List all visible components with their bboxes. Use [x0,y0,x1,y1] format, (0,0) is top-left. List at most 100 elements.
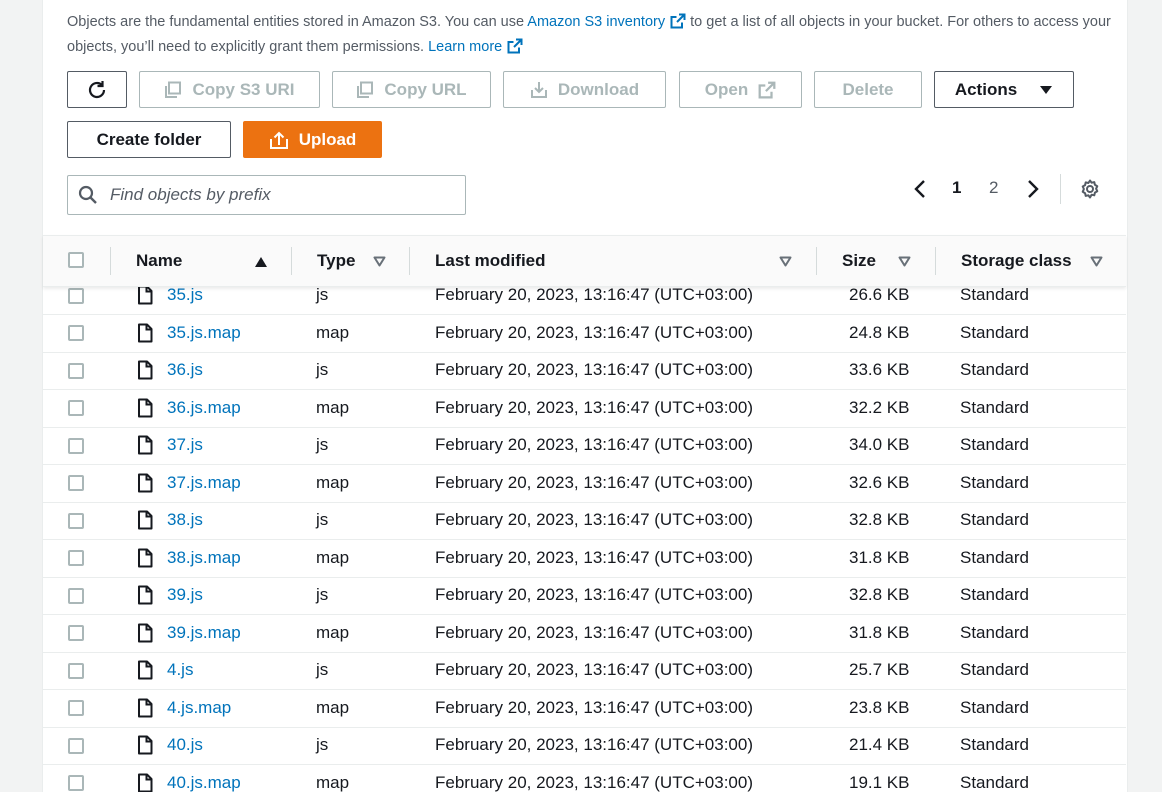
object-type: map [316,697,350,717]
table-row[interactable]: 4.js.map map February 20, 2023, 13:16:47 (… [43,689,1126,728]
column-divider [935,247,936,275]
table-row[interactable]: 4.js js February 20, 2023, 13:16:47 (UTC+0… [43,652,1126,690]
previous-page-icon[interactable] [913,179,927,199]
table-row[interactable]: 40.js js February 20, 2023, 13:16:47 (UTC+… [43,727,1126,765]
row-checkbox[interactable] [68,362,84,379]
table-row[interactable]: 37.js js February 20, 2023, 13:16:47 (UTC+… [43,427,1126,465]
sort-icon[interactable] [779,256,792,267]
row-checkbox[interactable] [68,700,84,716]
learn-more-link[interactable]: Learn more [428,38,523,55]
copy-url-label: Copy URL [384,79,467,99]
object-last-modified: February 20, 2023, 13:16:47 (UTC+03:00) [435,697,753,717]
copy-s3-uri-button[interactable]: Copy S3 URI [139,71,320,108]
object-name-link[interactable]: 36.js [167,352,203,390]
object-name-link[interactable]: 40.js.map [167,764,241,792]
refresh-button[interactable] [67,71,127,108]
object-name-link[interactable]: 36.js.map [167,389,241,427]
actions-label: Actions [954,79,1018,99]
table-row[interactable]: 35.js.map map February 20, 2023, 13:16:47 … [43,314,1126,353]
table-row[interactable]: 36.js js February 20, 2023, 13:16:47 (UTC+… [43,352,1126,390]
object-storage-class: Standard [960,772,1029,792]
table-row[interactable]: 36.js.map map February 20, 2023, 13:16:47 … [43,389,1126,428]
search-icon [78,185,97,204]
actions-dropdown[interactable]: Actions [934,71,1074,108]
object-storage-class: Standard [960,397,1029,417]
upload-button[interactable]: Upload [243,121,382,158]
table-row[interactable]: 38.js.map map February 20, 2023, 13:16:47 … [43,539,1126,578]
object-storage-class: Standard [960,697,1029,717]
file-icon [138,510,153,530]
file-icon [138,773,153,792]
upload-icon [269,131,288,149]
table-row[interactable]: 39.js.map map February 20, 2023, 13:16:47 … [43,614,1126,653]
row-checkbox[interactable] [68,737,84,754]
external-link-icon [507,38,523,54]
object-name-link[interactable]: 39.js [167,577,203,615]
row-checkbox[interactable] [68,512,84,529]
external-link-icon [670,13,686,29]
copy-icon [357,81,374,98]
gear-icon[interactable] [1079,178,1101,200]
sort-icon[interactable] [1090,256,1103,267]
object-name-link[interactable]: 38.js [167,502,203,540]
sort-ascending-icon[interactable] [254,256,268,268]
row-checkbox[interactable] [68,550,84,566]
external-link-icon [758,81,776,98]
row-checkbox[interactable] [68,400,84,416]
object-name-link[interactable]: 37.js [167,427,203,465]
file-icon [138,548,153,568]
row-checkbox[interactable] [68,475,84,491]
object-name-link[interactable]: 38.js.map [167,539,241,577]
object-name-link[interactable]: 40.js [167,727,203,765]
next-page-icon[interactable] [1026,179,1040,199]
object-name-link[interactable]: 39.js.map [167,614,241,652]
row-checkbox[interactable] [68,287,84,304]
object-name-link[interactable]: 35.js.map [167,314,241,352]
row-checkbox[interactable] [68,325,84,341]
create-folder-button[interactable]: Create folder [67,121,231,158]
table-row[interactable]: 39.js js February 20, 2023, 13:16:47 (UTC+… [43,577,1126,615]
inventory-link[interactable]: Amazon S3 inventory [527,13,686,30]
download-icon [530,81,547,98]
caret-down-icon [1040,85,1053,94]
object-last-modified: February 20, 2023, 13:16:47 (UTC+03:00) [435,547,753,567]
download-button[interactable]: Download [503,71,666,108]
sort-icon[interactable] [373,256,386,267]
row-checkbox[interactable] [68,587,84,604]
sort-icon[interactable] [898,256,911,267]
search-input[interactable] [108,184,452,206]
object-storage-class: Standard [960,510,1029,530]
table-row[interactable]: 38.js js February 20, 2023, 13:16:47 (UTC+… [43,502,1126,540]
object-name-link[interactable]: 37.js.map [167,464,241,502]
file-icon-cell [137,577,153,615]
upload-label: Upload [298,129,357,149]
column-header-storage-class[interactable]: Storage class [961,236,1072,286]
row-checkbox[interactable] [68,775,84,791]
column-divider [110,247,111,275]
row-checkbox[interactable] [68,625,84,641]
file-icon-cell [137,689,153,727]
object-type: map [316,472,350,492]
column-header-last-modified[interactable]: Last modified [435,236,546,286]
row-checkbox[interactable] [68,662,84,679]
object-size: 23.8 KB [849,697,910,717]
page-1[interactable]: 1 [952,178,961,198]
open-button[interactable]: Open [679,71,802,108]
page-2[interactable]: 2 [989,178,998,198]
select-all-checkbox[interactable] [68,252,84,268]
column-header-size[interactable]: Size [842,236,876,286]
object-size: 31.8 KB [849,622,910,642]
table-row[interactable]: 40.js.map map February 20, 2023, 13:16:47 … [43,764,1126,792]
column-header-type[interactable]: Type [317,236,355,286]
object-type: js [316,435,329,455]
row-checkbox[interactable] [68,437,84,454]
column-header-name[interactable]: Name [136,236,182,286]
table-row[interactable]: 37.js.map map February 20, 2023, 13:16:47 … [43,464,1126,503]
delete-button[interactable]: Delete [814,71,922,108]
object-name-link[interactable]: 4.js.map [167,689,231,727]
pagination-divider [1060,174,1061,204]
object-type: map [316,397,350,417]
object-name-link[interactable]: 4.js [167,652,193,690]
file-icon [138,473,153,493]
copy-url-button[interactable]: Copy URL [332,71,491,108]
